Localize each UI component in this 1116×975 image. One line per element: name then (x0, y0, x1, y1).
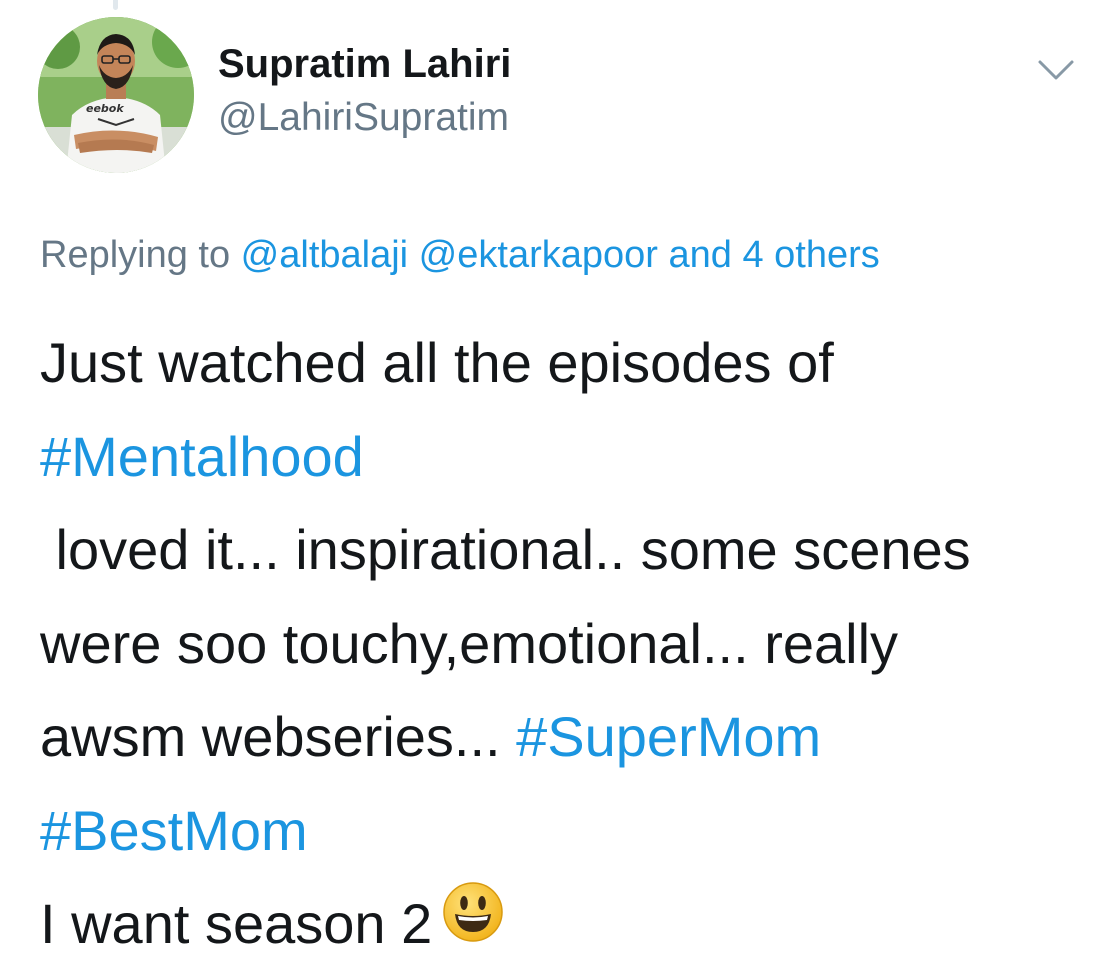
smiley-emoji-icon (442, 877, 504, 971)
tweet-line-1: Just watched all the episodes of (40, 331, 834, 394)
hashtag-supermom[interactable]: #SuperMom (516, 705, 821, 768)
avatar-shirt-logo: eebok (86, 102, 124, 115)
thread-connector-line (113, 0, 118, 10)
avatar-photo: eebok (38, 17, 194, 173)
tweet-line-4: were soo touchy,emotional... really (40, 611, 899, 675)
tweet-line-3: loved it... inspirational.. some scenes (40, 518, 971, 581)
mention-ektarkapoor[interactable]: @ektarkapoor (419, 234, 658, 276)
mention-altbalaji[interactable]: @altbalaji (241, 234, 408, 276)
tweet-line-7: I want season 2 (40, 892, 433, 955)
mention-others[interactable]: and 4 others (668, 234, 879, 276)
author-handle[interactable]: @LahiriSupratim (218, 94, 509, 142)
replying-to-prefix: Replying to (40, 234, 241, 276)
hashtag-bestmom[interactable]: #BestMom (40, 799, 308, 862)
hashtag-mentalhood[interactable]: #Mentalhood (40, 425, 364, 488)
replying-to-line: Replying to @altbalaji @ektarkapoor and … (40, 231, 880, 279)
author-display-name[interactable]: Supratim Lahiri (218, 40, 511, 88)
avatar[interactable]: eebok (38, 17, 194, 173)
tweet-body: Just watched all the episodes of #Mental… (40, 316, 1100, 975)
tweet-line-5: awsm webseries... (40, 705, 517, 768)
chevron-down-icon[interactable] (1036, 56, 1076, 84)
